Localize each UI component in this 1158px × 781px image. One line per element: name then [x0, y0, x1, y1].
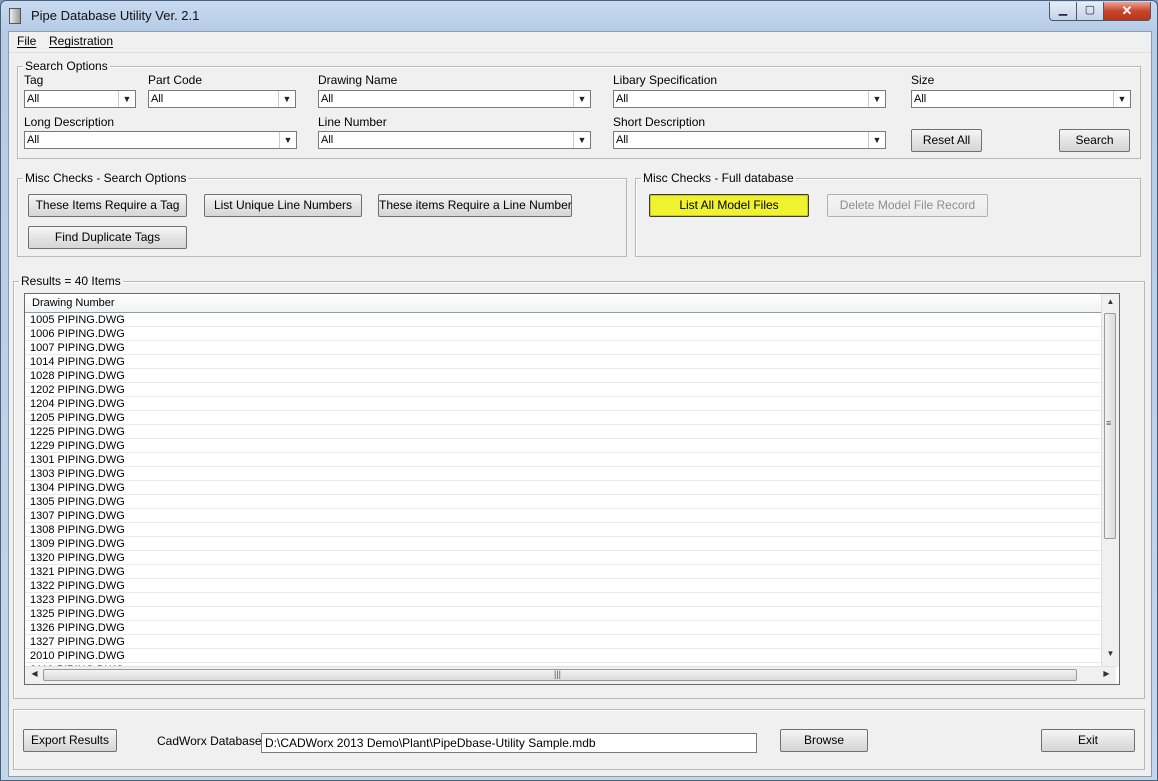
- table-row[interactable]: 1006 PIPING.DWG: [25, 327, 1116, 341]
- chevron-down-icon: ▼: [118, 91, 135, 107]
- table-row[interactable]: 1007 PIPING.DWG: [25, 341, 1116, 355]
- table-row[interactable]: 1303 PIPING.DWG: [25, 467, 1116, 481]
- app-window: Pipe Database Utility Ver. 2.1 ▁ ▢ ✕ Fil…: [0, 0, 1158, 781]
- results-rows: 1005 PIPING.DWG 1006 PIPING.DWG 1007 PIPIN…: [25, 313, 1116, 682]
- scroll-down-icon[interactable]: ▼: [1103, 649, 1118, 658]
- database-path-field[interactable]: D:\CADWorx 2013 Demo\Plant\PipeDbase-Uti…: [261, 733, 757, 753]
- app-icon: [9, 8, 21, 24]
- part-code-combo[interactable]: All ▼: [148, 90, 296, 108]
- menu-file[interactable]: File: [17, 34, 36, 48]
- close-icon: ✕: [1121, 3, 1133, 18]
- size-label: Size: [911, 73, 935, 87]
- table-row[interactable]: 1322 PIPING.DWG: [25, 579, 1116, 593]
- line-number-combo[interactable]: All ▼: [318, 131, 591, 149]
- chevron-down-icon: ▼: [1113, 91, 1130, 107]
- menu-bar: File Registration: [9, 32, 1151, 53]
- scroll-up-icon[interactable]: ▲: [1103, 297, 1118, 306]
- vertical-scroll-thumb[interactable]: ≡: [1104, 313, 1116, 539]
- results-legend: Results = 40 Items: [21, 274, 121, 288]
- minimize-icon: ▁: [1058, 4, 1068, 16]
- table-row[interactable]: 1229 PIPING.DWG: [25, 439, 1116, 453]
- export-results-button[interactable]: Export Results: [23, 729, 117, 752]
- table-row[interactable]: 1308 PIPING.DWG: [25, 523, 1116, 537]
- client-area: File Registration Search Options Tag All…: [8, 31, 1152, 777]
- long-description-combo[interactable]: All ▼: [24, 131, 297, 149]
- drawing-name-combo[interactable]: All ▼: [318, 90, 591, 108]
- vertical-scrollbar[interactable]: ▲ ≡ ▼: [1101, 294, 1119, 667]
- chevron-down-icon: ▼: [868, 132, 885, 148]
- table-row[interactable]: 1005 PIPING.DWG: [25, 313, 1116, 327]
- chevron-down-icon: ▼: [573, 132, 590, 148]
- exit-button[interactable]: Exit: [1041, 729, 1135, 752]
- browse-button[interactable]: Browse: [780, 729, 868, 752]
- chevron-down-icon: ▼: [279, 132, 296, 148]
- line-number-label: Line Number: [318, 115, 387, 129]
- library-spec-combo[interactable]: All ▼: [613, 90, 886, 108]
- find-duplicate-tags-button[interactable]: Find Duplicate Tags: [28, 226, 187, 249]
- horizontal-scrollbar[interactable]: ◀ ||| ▶: [25, 666, 1116, 684]
- cadworx-database-label: CadWorx Database:: [157, 734, 265, 748]
- drawing-name-label: Drawing Name: [318, 73, 398, 87]
- short-description-combo[interactable]: All ▼: [613, 131, 886, 149]
- search-options-legend: Search Options: [25, 59, 108, 73]
- tag-label: Tag: [24, 73, 44, 87]
- table-row[interactable]: 1225 PIPING.DWG: [25, 425, 1116, 439]
- size-combo[interactable]: All ▼: [911, 90, 1131, 108]
- table-row[interactable]: 1301 PIPING.DWG: [25, 453, 1116, 467]
- scroll-left-icon[interactable]: ◀: [27, 669, 42, 678]
- grip-icon: ≡: [1106, 418, 1112, 428]
- table-row[interactable]: 1320 PIPING.DWG: [25, 551, 1116, 565]
- tag-combo[interactable]: All ▼: [24, 90, 136, 108]
- column-header-drawing-number[interactable]: Drawing Number: [25, 294, 1116, 313]
- horizontal-scroll-thumb[interactable]: |||: [43, 669, 1077, 681]
- table-row[interactable]: 1321 PIPING.DWG: [25, 565, 1116, 579]
- menu-registration[interactable]: Registration: [49, 34, 113, 48]
- table-row[interactable]: 1307 PIPING.DWG: [25, 509, 1116, 523]
- misc-search-legend: Misc Checks - Search Options: [25, 171, 187, 185]
- short-description-label: Short Description: [613, 115, 706, 129]
- search-button[interactable]: Search: [1059, 129, 1130, 152]
- table-row[interactable]: 1327 PIPING.DWG: [25, 635, 1116, 649]
- chevron-down-icon: ▼: [573, 91, 590, 107]
- chevron-down-icon: ▼: [278, 91, 295, 107]
- close-button[interactable]: ✕: [1103, 2, 1151, 21]
- table-row[interactable]: 1323 PIPING.DWG: [25, 593, 1116, 607]
- table-row[interactable]: 1305 PIPING.DWG: [25, 495, 1116, 509]
- table-row[interactable]: 1205 PIPING.DWG: [25, 411, 1116, 425]
- table-row[interactable]: 1326 PIPING.DWG: [25, 621, 1116, 635]
- table-row[interactable]: 1204 PIPING.DWG: [25, 397, 1116, 411]
- table-row[interactable]: 1309 PIPING.DWG: [25, 537, 1116, 551]
- misc-full-legend: Misc Checks - Full database: [643, 171, 794, 185]
- reset-all-button[interactable]: Reset All: [911, 129, 982, 152]
- results-list[interactable]: Drawing Number 1005 PIPING.DWG 1006 PIPIN…: [24, 293, 1120, 685]
- long-description-label: Long Description: [24, 115, 115, 129]
- require-line-number-button[interactable]: These items Require a Line Number: [378, 194, 572, 217]
- table-row[interactable]: 1202 PIPING.DWG: [25, 383, 1116, 397]
- window-title: Pipe Database Utility Ver. 2.1: [31, 8, 200, 23]
- table-row[interactable]: 2010 PIPING.DWG: [25, 649, 1116, 663]
- table-row[interactable]: 1014 PIPING.DWG: [25, 355, 1116, 369]
- table-row[interactable]: 1325 PIPING.DWG: [25, 607, 1116, 621]
- table-row[interactable]: 1304 PIPING.DWG: [25, 481, 1116, 495]
- table-row[interactable]: 1028 PIPING.DWG: [25, 369, 1116, 383]
- maximize-button[interactable]: ▢: [1076, 2, 1104, 21]
- list-model-files-button[interactable]: List All Model Files: [649, 194, 809, 217]
- grip-icon: |||: [554, 669, 562, 679]
- title-bar[interactable]: Pipe Database Utility Ver. 2.1 ▁ ▢ ✕: [1, 1, 1157, 31]
- delete-model-record-button: Delete Model File Record: [827, 194, 988, 217]
- chevron-down-icon: ▼: [868, 91, 885, 107]
- minimize-button[interactable]: ▁: [1049, 2, 1077, 21]
- unique-line-numbers-button[interactable]: List Unique Line Numbers: [204, 194, 362, 217]
- maximize-icon: ▢: [1084, 4, 1096, 16]
- part-code-label: Part Code: [148, 73, 203, 87]
- scroll-right-icon[interactable]: ▶: [1099, 669, 1114, 678]
- require-tag-button[interactable]: These Items Require a Tag: [28, 194, 187, 217]
- library-spec-label: Libary Specification: [613, 73, 718, 87]
